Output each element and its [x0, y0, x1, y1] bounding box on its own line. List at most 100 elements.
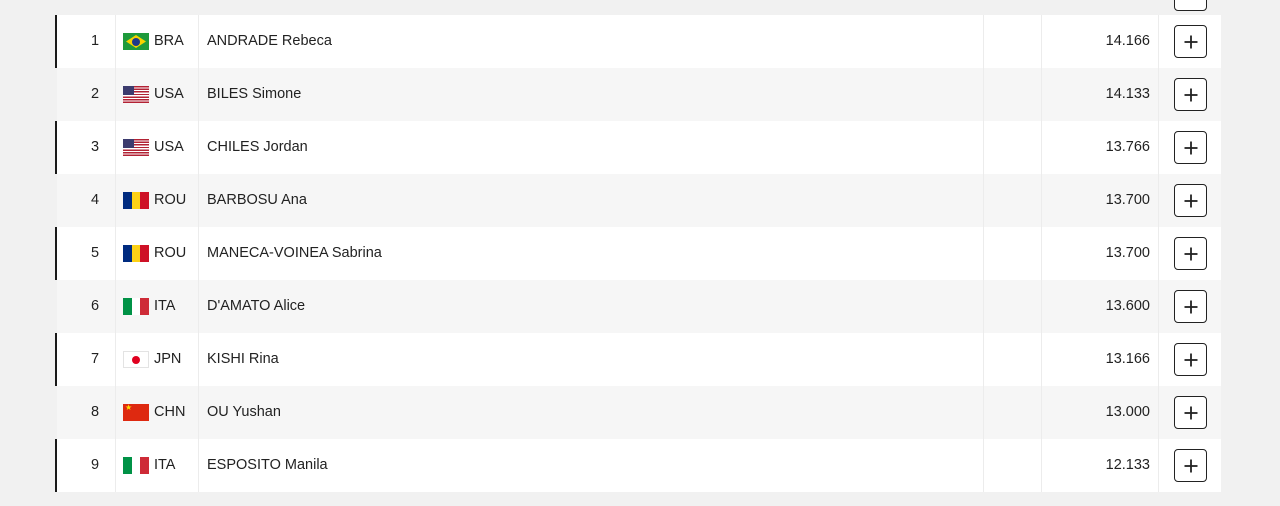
header-expand-button[interactable] — [1174, 0, 1207, 11]
athlete-name[interactable]: OU Yushan — [207, 386, 281, 439]
expand-row-button[interactable] — [1174, 290, 1207, 323]
column-divider — [115, 68, 116, 121]
score-cell: 13.166 — [1105, 351, 1150, 367]
athlete-name[interactable]: BILES Simone — [207, 68, 301, 121]
score-cell: 13.000 — [1105, 404, 1150, 420]
column-divider — [1041, 15, 1042, 68]
rank-cell: 2 — [90, 86, 100, 102]
column-divider — [1158, 439, 1159, 492]
plus-icon — [1184, 35, 1197, 48]
plus-icon — [1184, 406, 1197, 419]
athlete-name[interactable]: ESPOSITO Manila — [207, 439, 328, 492]
score-cell: 13.766 — [1105, 139, 1150, 155]
noc-code: ROU — [154, 245, 187, 261]
rank-cell: 4 — [90, 192, 100, 208]
row-accent-bar — [55, 439, 57, 492]
noc-code: JPN — [154, 351, 182, 367]
noc-cell: USA — [123, 121, 197, 174]
column-divider — [983, 280, 984, 333]
noc-code: CHN — [154, 404, 186, 420]
column-divider — [198, 15, 199, 68]
rank-cell: 3 — [90, 139, 100, 155]
column-divider — [1158, 280, 1159, 333]
flag-ita-icon — [123, 298, 149, 315]
table-row: 6 ITA D'AMATO Alice 13.600 — [57, 280, 1221, 333]
athlete-name[interactable]: ANDRADE Rebeca — [207, 15, 332, 68]
noc-cell: JPN — [123, 333, 197, 386]
table-row: 7 JPN KISHI Rina 13.166 — [55, 333, 1221, 386]
row-accent-bar — [55, 227, 57, 280]
rank-cell: 5 — [90, 245, 100, 261]
noc-code: USA — [154, 86, 184, 102]
column-divider — [1158, 174, 1159, 227]
table-row: 9 ITA ESPOSITO Manila 12.133 — [55, 439, 1221, 492]
athlete-name[interactable]: D'AMATO Alice — [207, 280, 305, 333]
column-divider — [983, 386, 984, 439]
noc-cell: ★ CHN — [123, 386, 197, 439]
rank-cell: 9 — [90, 457, 100, 473]
column-divider — [1041, 174, 1042, 227]
flag-bra-icon — [123, 33, 149, 50]
column-divider — [983, 121, 984, 174]
column-divider — [115, 227, 116, 280]
plus-icon — [1184, 353, 1197, 366]
flag-rou-icon — [123, 245, 149, 262]
row-accent-bar — [55, 333, 57, 386]
expand-row-button[interactable] — [1174, 25, 1207, 58]
expand-row-button[interactable] — [1174, 343, 1207, 376]
column-divider — [1158, 227, 1159, 280]
column-divider — [1041, 333, 1042, 386]
rank-cell: 6 — [90, 298, 100, 314]
flag-ita-icon — [123, 457, 149, 474]
plus-icon — [1184, 194, 1197, 207]
noc-code: BRA — [154, 33, 184, 49]
expand-row-button[interactable] — [1174, 184, 1207, 217]
athlete-name[interactable]: KISHI Rina — [207, 333, 279, 386]
column-divider — [1041, 121, 1042, 174]
column-divider — [983, 227, 984, 280]
column-divider — [198, 227, 199, 280]
noc-cell: ITA — [123, 280, 197, 333]
expand-row-button[interactable] — [1174, 237, 1207, 270]
noc-cell: ROU — [123, 227, 197, 280]
table-row: 3 USA CHILES Jordan 13.766 — [55, 121, 1221, 174]
column-divider — [1041, 439, 1042, 492]
flag-rou-icon — [123, 192, 149, 209]
score-cell: 12.133 — [1105, 457, 1150, 473]
column-divider — [198, 174, 199, 227]
column-divider — [1041, 68, 1042, 121]
plus-icon — [1184, 88, 1197, 101]
noc-cell: ROU — [123, 174, 197, 227]
score-cell: 13.700 — [1105, 192, 1150, 208]
plus-icon — [1184, 141, 1197, 154]
flag-usa-icon — [123, 139, 149, 156]
plus-icon — [1184, 459, 1197, 472]
rank-cell: 1 — [90, 33, 100, 49]
column-divider — [115, 386, 116, 439]
column-divider — [983, 68, 984, 121]
table-row: 1 BRA ANDRADE Rebeca 14.166 — [55, 15, 1221, 68]
score-cell: 13.600 — [1105, 298, 1150, 314]
expand-row-button[interactable] — [1174, 131, 1207, 164]
flag-chn-icon: ★ — [123, 404, 149, 421]
column-divider — [115, 333, 116, 386]
rank-cell: 8 — [90, 404, 100, 420]
noc-code: USA — [154, 139, 184, 155]
column-divider — [115, 280, 116, 333]
column-divider — [1158, 121, 1159, 174]
column-divider — [115, 174, 116, 227]
athlete-name[interactable]: CHILES Jordan — [207, 121, 308, 174]
athlete-name[interactable]: BARBOSU Ana — [207, 174, 307, 227]
athlete-name[interactable]: MANECA-VOINEA Sabrina — [207, 227, 382, 280]
column-divider — [983, 15, 984, 68]
rank-cell: 7 — [90, 351, 100, 367]
column-divider — [198, 439, 199, 492]
column-divider — [198, 280, 199, 333]
expand-row-button[interactable] — [1174, 449, 1207, 482]
column-divider — [1041, 280, 1042, 333]
column-divider — [1041, 227, 1042, 280]
flag-jpn-icon — [123, 351, 149, 368]
column-divider — [1158, 386, 1159, 439]
expand-row-button[interactable] — [1174, 78, 1207, 111]
expand-row-button[interactable] — [1174, 396, 1207, 429]
